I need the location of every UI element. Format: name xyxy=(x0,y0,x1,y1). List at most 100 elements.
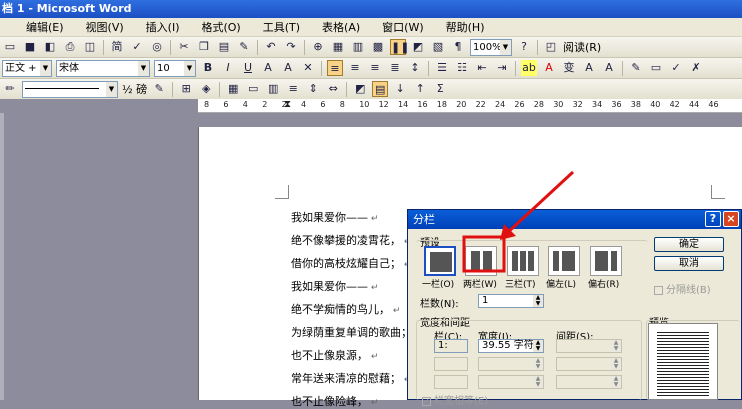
document-line[interactable]: 我如果爱你—— ↵ xyxy=(291,209,378,225)
menu-table[interactable]: 表格(A) xyxy=(322,19,360,35)
spinner-icon[interactable]: ▲ ▼ xyxy=(533,340,543,352)
increase-indent-icon[interactable]: ⇥ xyxy=(494,60,510,76)
reading-layout-icon[interactable]: ◰ xyxy=(543,39,559,55)
char-shading-icon[interactable]: A xyxy=(280,60,296,76)
line-size-value[interactable]: ½ 磅 xyxy=(122,81,147,97)
autosum-icon[interactable]: Σ xyxy=(432,81,448,97)
print-icon[interactable]: ⎙ xyxy=(62,39,78,55)
borders-icon[interactable]: ⊞ xyxy=(178,81,194,97)
font-color-icon[interactable]: A xyxy=(541,60,557,76)
insert-table-icon[interactable]: ▦ xyxy=(225,81,241,97)
insert-table-icon[interactable]: ▥ xyxy=(350,39,366,55)
char-scale-icon[interactable]: ✕ xyxy=(300,60,316,76)
split-cells-icon[interactable]: ▥ xyxy=(265,81,281,97)
justify-icon[interactable]: ≣ xyxy=(387,60,403,76)
document-line[interactable]: 借你的高枝炫耀自己； ↵ xyxy=(291,255,411,271)
document-line[interactable]: 绝不学痴情的鸟儿， ↵ xyxy=(291,301,400,317)
document-line[interactable]: 常年送来清凉的慰藉； ↵ xyxy=(291,370,411,386)
bullets-icon[interactable]: ☷ xyxy=(454,60,470,76)
autoformat-icon[interactable]: ◩ xyxy=(352,81,368,97)
print-preview-icon[interactable]: ◫ xyxy=(82,39,98,55)
redo-icon[interactable]: ↷ xyxy=(283,39,299,55)
spelling-icon[interactable]: ✓ xyxy=(129,39,145,55)
highlight-icon[interactable]: ab xyxy=(521,60,537,76)
permission-icon[interactable]: ◧ xyxy=(42,39,58,55)
preset-three[interactable] xyxy=(507,246,539,276)
cancel-button[interactable]: 取消 xyxy=(654,256,724,271)
text-direction-icon[interactable]: ▤ xyxy=(372,81,389,97)
preset-left[interactable] xyxy=(548,246,580,276)
preset-right[interactable] xyxy=(590,246,622,276)
insert-excel-icon[interactable]: ▩ xyxy=(370,39,386,55)
reject-icon[interactable]: ✗ xyxy=(688,60,704,76)
distribute-cols-icon[interactable]: ⇔ xyxy=(325,81,341,97)
preset-two[interactable] xyxy=(465,246,497,276)
align-right-icon[interactable]: ≡ xyxy=(367,60,383,76)
spinner-icon[interactable]: ▲ ▼ xyxy=(533,295,543,307)
font-combo[interactable]: 宋体 ▼ xyxy=(56,59,150,77)
num-cols-field[interactable]: 1 ▲ ▼ xyxy=(478,294,544,308)
bold-button[interactable]: B xyxy=(200,60,216,76)
shading-icon[interactable]: ◈ xyxy=(198,81,214,97)
line-style-combo[interactable]: ▼ xyxy=(22,80,118,98)
document-line[interactable]: 我如果爱你—— ↵ xyxy=(291,278,378,294)
menu-help[interactable]: 帮助(H) xyxy=(446,19,485,35)
reading-button[interactable]: 阅读(R) xyxy=(563,39,601,55)
close-icon[interactable]: × xyxy=(723,211,739,227)
paste-icon[interactable]: ▤ xyxy=(216,39,232,55)
show-hide-icon[interactable]: ¶ xyxy=(450,39,466,55)
decrease-indent-icon[interactable]: ⇤ xyxy=(474,60,490,76)
document-line[interactable]: 也不止像泉源， ↵ xyxy=(291,347,378,363)
char-border-button[interactable]: A xyxy=(260,60,276,76)
phonetic-icon[interactable]: 变 xyxy=(561,60,577,76)
save-icon[interactable]: ■ xyxy=(22,39,38,55)
merge-cells-icon[interactable]: ▭ xyxy=(245,81,261,97)
style-combo[interactable]: 正文 + Aria▼ xyxy=(2,59,52,77)
help-icon[interactable]: ? xyxy=(705,211,721,227)
border-color-icon[interactable]: ✎ xyxy=(151,81,167,97)
document-line[interactable]: 绝不像攀援的凌霄花， ↵ xyxy=(291,232,411,248)
numbering-icon[interactable]: ☰ xyxy=(434,60,450,76)
tables-borders-icon[interactable]: ▦ xyxy=(330,39,346,55)
indent-marker-icon[interactable]: ⧗ xyxy=(284,99,291,110)
align-cell-icon[interactable]: ≡ xyxy=(285,81,301,97)
menu-format[interactable]: 格式(O) xyxy=(201,19,240,35)
copy-icon[interactable]: ❐ xyxy=(196,39,212,55)
format-painter-icon[interactable]: ✎ xyxy=(236,39,252,55)
spacing-field[interactable]: ▲ ▼ xyxy=(556,339,622,353)
track-changes-icon[interactable]: ✎ xyxy=(628,60,644,76)
document-line[interactable]: 也不止像险峰， ↵ xyxy=(291,393,378,409)
italic-button[interactable]: I xyxy=(220,60,236,76)
document-line[interactable]: 为绿荫重复单调的歌曲； ↵ xyxy=(291,324,422,340)
font-size-combo[interactable]: 10 ▼ xyxy=(154,59,196,77)
columns-icon[interactable]: ❚❚ xyxy=(390,39,409,55)
drawing-icon[interactable]: ◩ xyxy=(410,39,426,55)
width-field[interactable]: 39.55 字符 ▲ ▼ xyxy=(478,339,544,353)
menu-view[interactable]: 视图(V) xyxy=(86,19,124,35)
line-spacing-icon[interactable]: ↕ xyxy=(407,60,423,76)
draw-table-icon[interactable]: ✏ xyxy=(2,81,18,97)
horizontal-ruler[interactable]: 8 6 4 2 2 4 6 8 10 12 14 16 18 20 22 24 26 28 30 32 34 36 38 40… xyxy=(198,99,742,113)
menu-window[interactable]: 窗口(W) xyxy=(382,19,423,35)
help-icon[interactable]: ? xyxy=(516,39,532,55)
undo-icon[interactable]: ↶ xyxy=(263,39,279,55)
document-map-icon[interactable]: ▧ xyxy=(430,39,446,55)
zoom-combo[interactable]: 100% ▼ xyxy=(470,38,512,56)
align-center-icon[interactable]: ≡ xyxy=(347,60,363,76)
accept-icon[interactable]: ✓ xyxy=(668,60,684,76)
hyperlink-icon[interactable]: ⊕ xyxy=(310,39,326,55)
align-left-icon[interactable]: ≡ xyxy=(327,60,343,76)
simplified-icon[interactable]: 简 xyxy=(109,39,125,55)
grow-font-icon[interactable]: A xyxy=(581,60,597,76)
cut-icon[interactable]: ✂ xyxy=(176,39,192,55)
menu-insert[interactable]: 插入(I) xyxy=(146,19,180,35)
research-icon[interactable]: ◎ xyxy=(149,39,165,55)
shrink-font-icon[interactable]: A xyxy=(601,60,617,76)
sort-descending-icon[interactable]: ↑ xyxy=(412,81,428,97)
comment-icon[interactable]: ▭ xyxy=(648,60,664,76)
menu-tools[interactable]: 工具(T) xyxy=(263,19,300,35)
check-icon[interactable]: ✓ xyxy=(422,396,431,406)
line-between-checkbox[interactable] xyxy=(654,285,663,295)
underline-button[interactable]: U xyxy=(240,60,256,76)
preset-one[interactable] xyxy=(424,246,456,276)
